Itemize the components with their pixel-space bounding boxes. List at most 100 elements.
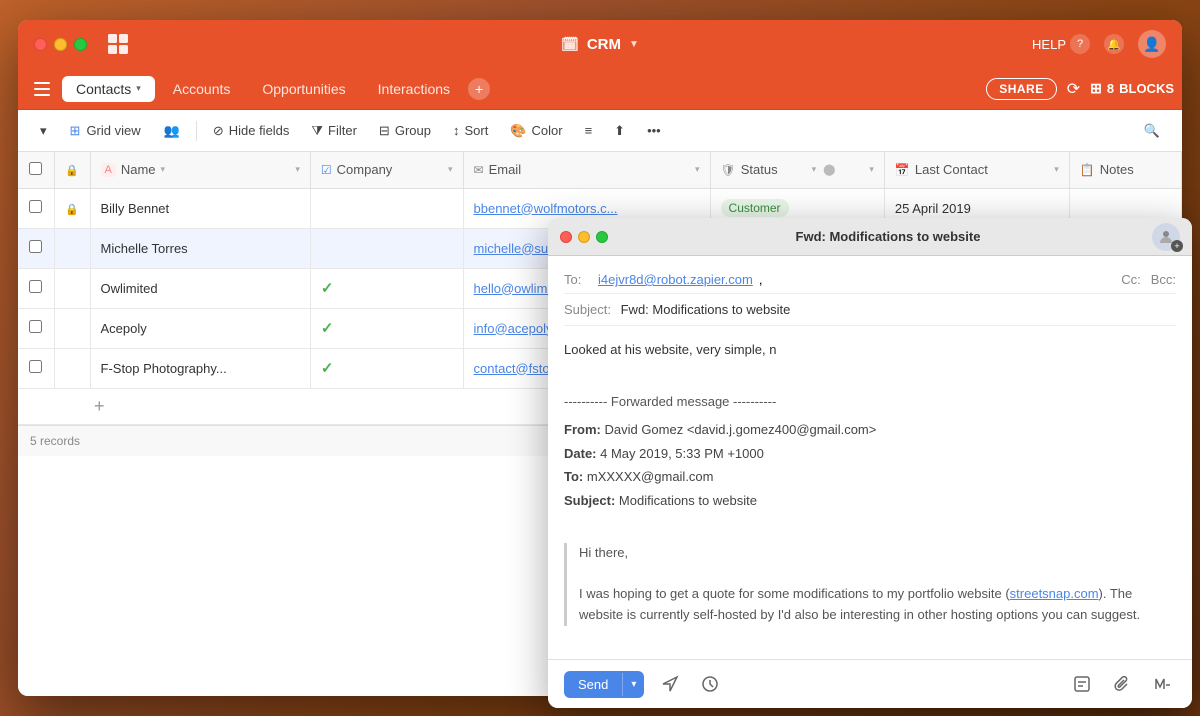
app-icon <box>103 29 133 59</box>
row-name[interactable]: F-Stop Photography... <box>90 348 310 388</box>
tab-interactions[interactable]: Interactions <box>364 76 464 102</box>
history-button[interactable]: ⟳ <box>1067 79 1080 99</box>
maximize-button[interactable] <box>74 38 87 51</box>
table-header-row: 🔒 A Name ▾ ▾ ☑ Company <box>18 152 1182 188</box>
row-checkbox[interactable] <box>18 188 54 228</box>
export-button[interactable]: ⬆ <box>604 119 635 143</box>
row-checkbox[interactable] <box>18 268 54 308</box>
row-select-checkbox[interactable] <box>29 200 42 213</box>
row-checkbox[interactable] <box>18 348 54 388</box>
name-filter-icon[interactable]: ▾ <box>295 164 300 175</box>
add-row-icon: + <box>94 396 105 417</box>
status-column-header[interactable]: 🛡 Status ▾ ⬤ ▾ <box>710 152 884 188</box>
notes-column-header[interactable]: 📋 Notes <box>1069 152 1181 188</box>
row-company[interactable]: ✓ <box>310 268 463 308</box>
sort-button[interactable]: ↕ Sort <box>443 119 498 142</box>
bell-icon[interactable]: 🔔 <box>1104 34 1124 54</box>
attachment-icon[interactable] <box>1108 670 1136 698</box>
help-button[interactable]: HELP ? <box>1032 34 1090 54</box>
tab-accounts[interactable]: Accounts <box>159 76 245 102</box>
titlebar-right: HELP ? 🔔 👤 <box>1032 30 1166 58</box>
add-tab-button[interactable]: + <box>468 78 490 100</box>
row-name[interactable]: Billy Bennet <box>90 188 310 228</box>
text-size-icon[interactable] <box>1148 670 1176 698</box>
lastcontact-col-icon: 📅 <box>895 163 910 177</box>
email-avatar: + <box>1152 223 1180 251</box>
hamburger-button[interactable] <box>26 73 58 105</box>
checkbox-header[interactable] <box>18 152 54 188</box>
share-button[interactable]: SHARE <box>986 78 1057 100</box>
email-col-label: Email <box>489 162 522 177</box>
to-address[interactable]: i4ejvr8d@robot.zapier.com <box>598 272 753 287</box>
name-col-icon: A <box>101 163 116 177</box>
text-format-icon[interactable] <box>1068 670 1096 698</box>
person-icon-button[interactable]: 👥 <box>154 119 190 143</box>
lock-icon: 🔒 <box>65 165 79 177</box>
row-select-checkbox[interactable] <box>29 280 42 293</box>
title-dropdown-arrow[interactable]: ▼ <box>629 39 639 50</box>
close-button[interactable] <box>34 38 47 51</box>
lastcontact-filter-icon[interactable]: ▾ <box>1054 164 1059 175</box>
quoted-link[interactable]: streetsnap.com <box>1010 586 1099 601</box>
tab-opportunities[interactable]: Opportunities <box>248 76 359 102</box>
row-name[interactable]: Owlimited <box>90 268 310 308</box>
send-dropdown-arrow[interactable]: ▾ <box>622 673 644 696</box>
sort-icon: ↕ <box>453 123 460 138</box>
company-filter-icon[interactable]: ▾ <box>448 164 453 175</box>
titlebar-center: 🗓 CRM ▼ <box>561 36 639 53</box>
color-button[interactable]: 🎨 Color <box>500 119 572 143</box>
filter-button[interactable]: ⧩ Filter <box>301 119 367 143</box>
row-checkbox[interactable] <box>18 228 54 268</box>
email-filter-icon[interactable]: ▾ <box>695 164 700 175</box>
blocks-button[interactable]: ⊞ 8 BLOCKS <box>1090 80 1174 97</box>
verified-check: ✓ <box>321 360 334 377</box>
row-company[interactable] <box>310 188 463 228</box>
cc-button[interactable]: Cc: <box>1121 272 1141 287</box>
status-filter-icon[interactable]: ▾ <box>812 164 817 175</box>
subject-value[interactable]: Fwd: Modifications to website <box>621 302 791 317</box>
row-name[interactable]: Acepoly <box>90 308 310 348</box>
lastcontact-column-header[interactable]: 📅 Last Contact ▾ <box>884 152 1069 188</box>
name-value: Michelle Torres <box>101 241 188 256</box>
clock-icon[interactable] <box>696 670 724 698</box>
email-close-button[interactable] <box>560 231 572 243</box>
row-select-checkbox[interactable] <box>29 320 42 333</box>
email-maximize-button[interactable] <box>596 231 608 243</box>
row-select-checkbox[interactable] <box>29 360 42 373</box>
tab-contacts[interactable]: Contacts ▾ <box>62 76 155 102</box>
minimize-button[interactable] <box>54 38 67 51</box>
lines-button[interactable]: ≡ <box>575 119 603 142</box>
row-select-checkbox[interactable] <box>29 240 42 253</box>
group-button[interactable]: ⊟ Group <box>369 119 441 143</box>
bcc-button[interactable]: Bcc: <box>1151 272 1176 287</box>
email-body[interactable]: Looked at his website, very simple, n --… <box>548 326 1192 659</box>
email-window-title: Fwd: Modifications to website <box>624 229 1152 244</box>
search-button[interactable]: 🔍 <box>1134 119 1170 143</box>
send-button[interactable]: Send ▾ <box>564 671 644 698</box>
more-icon: ••• <box>647 123 661 138</box>
email-column-header[interactable]: ✉ Email ▾ <box>463 152 710 188</box>
to-comma: , <box>759 272 763 287</box>
email-minimize-button[interactable] <box>578 231 590 243</box>
name-column-header[interactable]: A Name ▾ ▾ <box>90 152 310 188</box>
chevron-down-button[interactable]: ▾ <box>30 119 57 143</box>
user-avatar[interactable]: 👤 <box>1138 30 1166 58</box>
more-button[interactable]: ••• <box>637 119 671 142</box>
row-lock <box>54 308 90 348</box>
subject-label: Subject: <box>564 302 611 317</box>
row-company[interactable]: ✓ <box>310 308 463 348</box>
view-label: Grid view <box>86 123 140 138</box>
row-name[interactable]: Michelle Torres <box>90 228 310 268</box>
email-value[interactable]: bbennet@wolfmotors.c... <box>474 201 618 216</box>
send-icon[interactable] <box>656 670 684 698</box>
row-checkbox[interactable] <box>18 308 54 348</box>
row-lock <box>54 268 90 308</box>
status-extra-arrow[interactable]: ▾ <box>869 164 874 175</box>
select-all-checkbox[interactable] <box>29 162 42 175</box>
hide-fields-button[interactable]: ⊘ Hide fields <box>203 119 300 143</box>
hide-fields-label: Hide fields <box>229 123 290 138</box>
company-column-header[interactable]: ☑ Company ▾ <box>310 152 463 188</box>
row-company[interactable]: ✓ <box>310 348 463 388</box>
row-company[interactable] <box>310 228 463 268</box>
grid-view-button[interactable]: ⊞ Grid view <box>59 118 152 144</box>
